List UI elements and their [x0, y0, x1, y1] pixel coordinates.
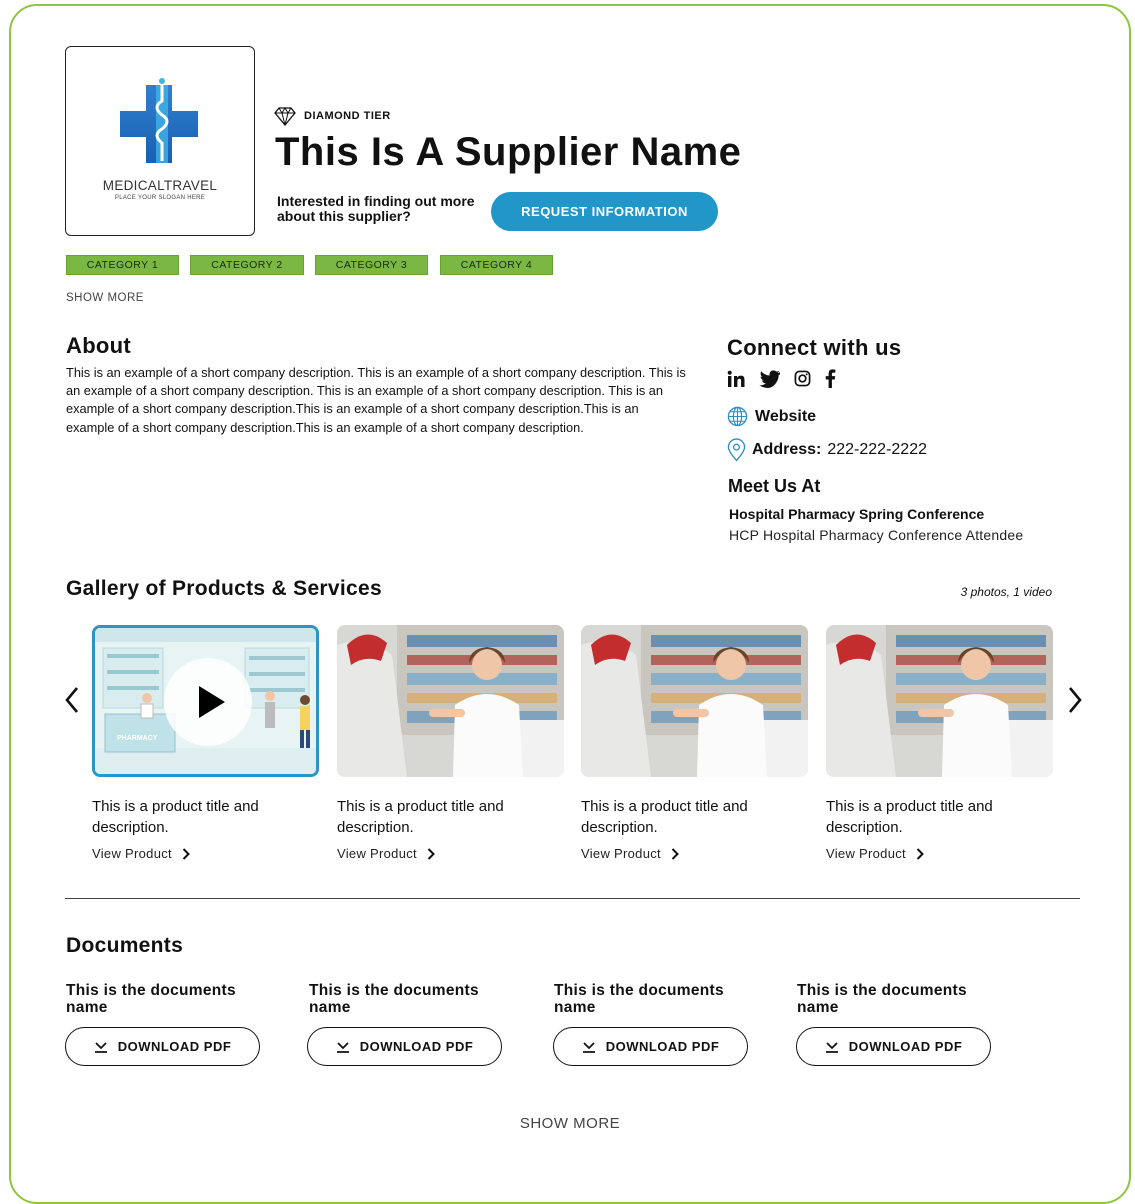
document-name: This is the documents name	[66, 982, 236, 1016]
chevron-right-icon	[427, 847, 435, 860]
tier-badge: DIAMOND TIER	[274, 106, 391, 126]
gallery-photo-thumbnail[interactable]	[826, 625, 1053, 777]
categories-show-more-link[interactable]: SHOW MORE	[66, 292, 144, 304]
about-title: About	[66, 333, 132, 358]
documents-show-more-link[interactable]: SHOW MORE	[0, 1115, 1135, 1132]
section-divider	[65, 898, 1080, 899]
category-tag-4[interactable]: CATEGORY 4	[440, 255, 553, 275]
logo-wordmark: MEDICALTRAVEL	[102, 178, 218, 193]
category-tag-1[interactable]: CATEGORY 1	[66, 255, 179, 275]
download-pdf-button[interactable]: DOWNLOAD PDF	[65, 1027, 260, 1066]
social-links	[727, 369, 836, 388]
view-product-label: View Product	[337, 846, 417, 861]
category-tag-3[interactable]: CATEGORY 3	[315, 255, 428, 275]
logo-slogan: PLACE YOUR SLOGAN HERE	[114, 195, 206, 201]
download-pdf-label: DOWNLOAD PDF	[605, 1039, 720, 1054]
product-title: This is a product title and description.	[581, 798, 748, 836]
download-pdf-label: DOWNLOAD PDF	[117, 1039, 232, 1054]
request-information-button[interactable]: REQUEST INFORMATION	[491, 192, 718, 231]
download-icon	[94, 1041, 107, 1053]
supplier-logo: MEDICALTRAVEL PLACE YOUR SLOGAN HERE	[65, 46, 255, 236]
gallery-title: Gallery of Products & Services	[66, 577, 382, 600]
document-name: This is the documents name	[309, 982, 479, 1016]
download-pdf-label: DOWNLOAD PDF	[848, 1039, 963, 1054]
pharmacist-photo	[337, 625, 564, 777]
diamond-icon	[274, 107, 296, 126]
download-icon	[825, 1041, 838, 1053]
twitter-icon[interactable]	[759, 369, 780, 388]
product-title: This is a product title and description.	[92, 798, 259, 836]
view-product-link[interactable]: View Product	[337, 846, 435, 861]
document-name: This is the documents name	[797, 982, 967, 1016]
linkedin-icon[interactable]	[727, 370, 745, 388]
download-pdf-button[interactable]: DOWNLOAD PDF	[553, 1027, 748, 1066]
gallery-photo-thumbnail[interactable]	[581, 625, 808, 777]
chevron-right-icon	[671, 847, 679, 860]
gallery-photo-thumbnail[interactable]	[337, 625, 564, 777]
chevron-right-icon	[182, 847, 190, 860]
pharmacist-photo	[581, 625, 808, 777]
view-product-link[interactable]: View Product	[826, 846, 924, 861]
address-label: Address:	[752, 441, 822, 458]
facebook-icon[interactable]	[825, 369, 836, 388]
chevron-right-icon	[916, 847, 924, 860]
download-pdf-button[interactable]: DOWNLOAD PDF	[307, 1027, 502, 1066]
website-label: Website	[755, 407, 817, 425]
download-pdf-button[interactable]: DOWNLOAD PDF	[796, 1027, 991, 1066]
chevron-left-icon	[65, 687, 78, 713]
product-title: This is a product title and description.	[337, 798, 504, 836]
view-product-link[interactable]: View Product	[581, 846, 679, 861]
download-pdf-label: DOWNLOAD PDF	[359, 1039, 474, 1054]
website-link[interactable]: Website	[727, 406, 816, 427]
interest-text: Interested in finding out more about thi…	[277, 193, 475, 224]
download-icon	[336, 1041, 349, 1053]
conference-name: Hospital Pharmacy Spring Conference	[729, 506, 985, 522]
view-product-label: View Product	[826, 846, 906, 861]
view-product-link[interactable]: View Product	[92, 846, 190, 861]
documents-title: Documents	[66, 934, 184, 957]
gallery-media-count: 3 photos, 1 video	[960, 585, 1052, 599]
medical-cross-logo-icon	[120, 78, 198, 163]
download-icon	[582, 1041, 595, 1053]
address-value: 222-222-2222	[827, 441, 927, 458]
gallery-video-thumbnail[interactable]: PHARMACY	[92, 625, 319, 777]
category-tag-2[interactable]: CATEGORY 2	[190, 255, 304, 275]
gallery-prev-button[interactable]	[60, 682, 84, 718]
chevron-right-icon	[1069, 687, 1082, 713]
product-title: This is a product title and description.	[826, 798, 993, 836]
supplier-name: This Is A Supplier Name	[275, 130, 742, 174]
document-name: This is the documents name	[554, 982, 724, 1016]
meet-us-at-title: Meet Us At	[728, 476, 821, 496]
view-product-label: View Product	[92, 846, 172, 861]
conference-role: HCP Hospital Pharmacy Conference Attende…	[729, 527, 1024, 543]
location-pin-icon	[727, 438, 746, 462]
globe-icon	[727, 406, 748, 427]
pharmacist-photo	[826, 625, 1053, 777]
instagram-icon[interactable]	[794, 370, 811, 387]
pharmacy-sign-text: PHARMACY	[117, 735, 158, 742]
gallery-next-button[interactable]	[1063, 682, 1087, 718]
address-row: Address: 222-222-2222	[727, 438, 927, 462]
tier-label: DIAMOND TIER	[304, 110, 391, 122]
pharmacy-scene-illustration: PHARMACY	[95, 628, 316, 774]
view-product-label: View Product	[581, 846, 661, 861]
connect-title: Connect with us	[727, 335, 902, 360]
about-description: This is an example of a short company de…	[66, 365, 686, 435]
